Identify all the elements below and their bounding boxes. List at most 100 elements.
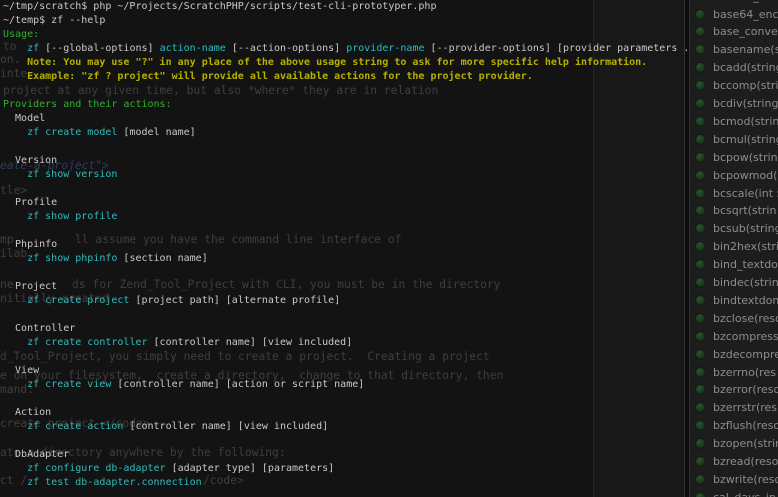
function-list-item-label: bccomp(stri: [713, 79, 778, 92]
function-list-item[interactable]: bzread(reso: [690, 453, 778, 471]
function-list-item[interactable]: bcsqrt(strin: [690, 202, 778, 220]
terminal-line: zf show phpinfo [section name]: [3, 252, 686, 266]
function-icon: [695, 134, 706, 145]
function-list-item-label: bcadd(string: [713, 61, 778, 74]
function-list-item-label: bzflush(reso: [713, 419, 778, 432]
function-icon: [695, 0, 706, 2]
function-list-item[interactable]: bzwrite(reso: [690, 470, 778, 488]
terminal-line: Action: [3, 406, 686, 420]
function-icon: [695, 205, 706, 216]
terminal-line: zf create controller [controller name] […: [3, 336, 686, 350]
function-autocomplete-panel: base64_decobase64_encobase_converbasenam…: [690, 0, 778, 497]
terminal-line: zf [--global-options] action-name [--act…: [3, 42, 686, 56]
function-list-item[interactable]: bcpowmod(s: [690, 166, 778, 184]
terminal-line: zf create view [controller name] [action…: [3, 378, 686, 392]
function-icon: [695, 188, 706, 199]
terminal-line: zf show profile: [3, 210, 686, 224]
function-icon: [695, 152, 706, 163]
function-list-item[interactable]: bcpow(strin: [690, 148, 778, 166]
terminal-line: Note: You may use "?" in any place of th…: [3, 56, 686, 70]
function-list-item[interactable]: bzerrstr(res: [690, 399, 778, 417]
function-icon: [695, 420, 706, 431]
function-list-item[interactable]: bindtextdom: [690, 291, 778, 309]
terminal-line: Model: [3, 112, 686, 126]
terminal-line: [3, 140, 686, 154]
function-list-item[interactable]: bccomp(stri: [690, 77, 778, 95]
function-list-item-label: bcmod(strin: [713, 115, 778, 128]
terminal-line: Providers and their actions:: [3, 98, 686, 112]
terminal-line: Example: "zf ? project" will provide all…: [3, 70, 686, 84]
function-icon: [695, 241, 706, 252]
terminal-line: Project: [3, 280, 686, 294]
function-list-item-label: basename(st: [713, 43, 778, 56]
function-icon: [695, 438, 706, 449]
function-list-item-label: bzopen(strin: [713, 437, 778, 450]
function-list-item-label: bin2hex(stri: [713, 240, 778, 253]
function-icon: [695, 402, 706, 413]
function-icon: [695, 456, 706, 467]
terminal-line: zf configure db-adapter [adapter type] […: [3, 462, 686, 476]
terminal-line: [3, 308, 686, 322]
function-list-item-label: bcpowmod(s: [713, 169, 778, 182]
function-icon: [695, 62, 706, 73]
terminal-line: [3, 392, 686, 406]
function-list-item-label: base_conver: [713, 25, 778, 38]
terminal-line: [3, 266, 686, 280]
function-list-item[interactable]: bind_textdo: [690, 256, 778, 274]
function-icon: [695, 80, 706, 91]
function-list-item[interactable]: bzdecompre: [690, 345, 778, 363]
function-list-item[interactable]: bin2hex(stri: [690, 238, 778, 256]
function-list-item-label: bzread(reso: [713, 455, 778, 468]
function-list-item[interactable]: base_conver: [690, 23, 778, 41]
function-list-item[interactable]: bzerrno(res: [690, 363, 778, 381]
terminal-line: Controller: [3, 322, 686, 336]
terminal-screen[interactable]: ~/tmp/scratch$ php ~/Projects/ScratchPHP…: [0, 0, 686, 497]
function-icon: [695, 367, 706, 378]
function-list-item[interactable]: bcmod(strin: [690, 112, 778, 130]
function-icon: [695, 44, 706, 55]
terminal-line: [3, 224, 686, 238]
function-icon: [695, 259, 706, 270]
function-icon: [695, 492, 706, 497]
function-list-item-label: bzerror(reso: [713, 383, 778, 396]
function-icon: [695, 170, 706, 181]
function-icon: [695, 349, 706, 360]
terminal-line: zf show version: [3, 168, 686, 182]
function-list-item[interactable]: base64_enco: [690, 5, 778, 23]
function-list-item-label: bcpow(strin: [713, 151, 778, 164]
function-list-item[interactable]: bzflush(reso: [690, 417, 778, 435]
function-icon: [695, 384, 706, 395]
function-list-item-label: bzcompress: [713, 330, 778, 343]
terminal-line: ~/temp$ zf --help: [3, 14, 686, 28]
function-list-item-label: bzerrno(res: [713, 366, 776, 379]
function-list-item[interactable]: cal_days_in: [690, 488, 778, 497]
function-icon: [695, 313, 706, 324]
terminal-line: [3, 182, 686, 196]
function-list-item-label: bindec(strin: [713, 276, 778, 289]
function-list-item[interactable]: bzclose(reso: [690, 309, 778, 327]
function-icon: [695, 9, 706, 20]
terminal-line: [3, 84, 686, 98]
function-list-item[interactable]: bzerror(reso: [690, 381, 778, 399]
function-list-item[interactable]: bzopen(strin: [690, 435, 778, 453]
function-list-item[interactable]: bcdiv(string: [690, 95, 778, 113]
terminal-line: DbAdapter: [3, 448, 686, 462]
function-list-item-label: bcmul(string: [713, 133, 778, 146]
function-list-item[interactable]: bindec(strin: [690, 274, 778, 292]
function-list-item-label: bcsqrt(strin: [713, 204, 776, 217]
function-list-item[interactable]: bzcompress: [690, 327, 778, 345]
function-list-item[interactable]: basename(st: [690, 41, 778, 59]
function-icon: [695, 98, 706, 109]
function-list-item[interactable]: bcadd(string: [690, 59, 778, 77]
terminal-line: Profile: [3, 196, 686, 210]
function-list-item-label: bindtextdom: [713, 294, 778, 307]
function-icon: [695, 223, 706, 234]
function-list-item[interactable]: bcscale(int $: [690, 184, 778, 202]
function-list-item-label: bzwrite(reso: [713, 473, 778, 486]
terminal-line: Phpinfo: [3, 238, 686, 252]
function-list-item-label: bcdiv(string: [713, 97, 778, 110]
function-list-item[interactable]: bcmul(string: [690, 130, 778, 148]
function-list-item[interactable]: bcsub(string: [690, 220, 778, 238]
terminal-line: Usage:: [3, 28, 686, 42]
terminal-line: [3, 434, 686, 448]
